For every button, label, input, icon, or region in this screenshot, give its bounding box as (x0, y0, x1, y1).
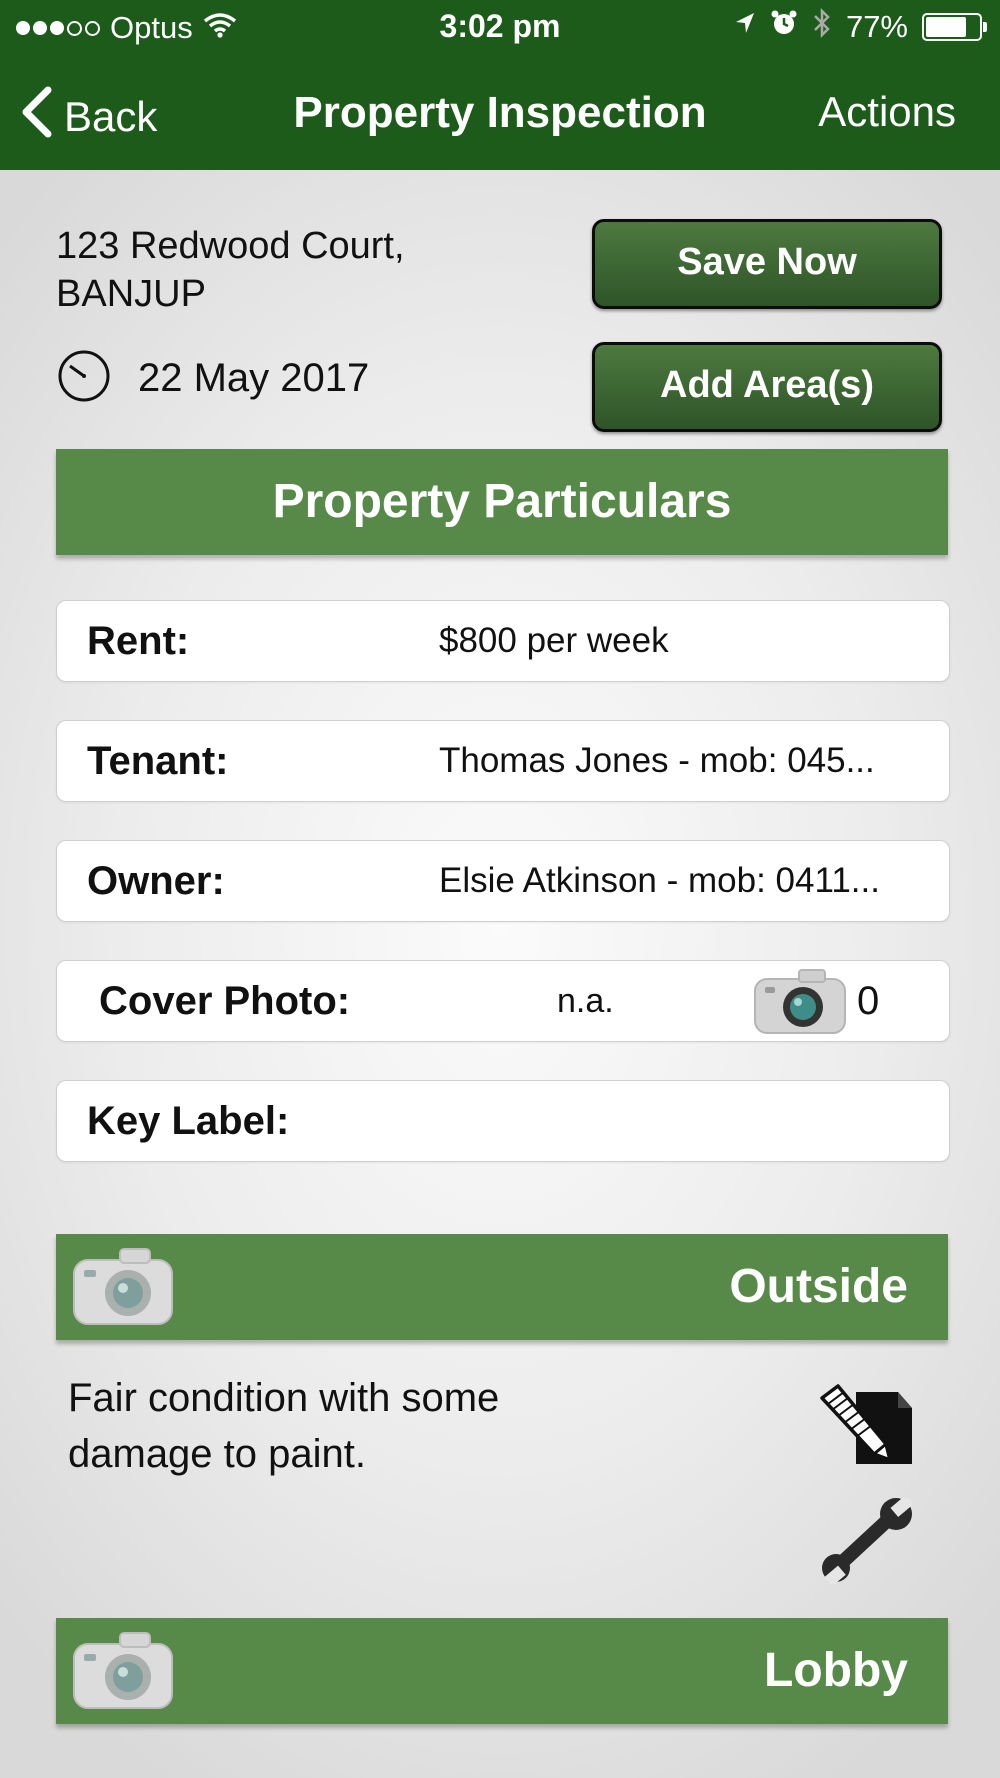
wrench-icon[interactable] (822, 1494, 928, 1589)
address-line-1: 123 Redwood Court, (56, 225, 405, 267)
field-label: Owner: (87, 859, 225, 903)
battery-percent: 77% (845, 9, 908, 44)
clock-icon (56, 348, 112, 409)
area-header-lobby[interactable]: Lobby (56, 1618, 948, 1724)
field-value: Thomas Jones - mob: 045... (439, 741, 875, 780)
camera-icon[interactable] (72, 1246, 174, 1338)
property-address: 123 Redwood Court, BANJUP (56, 222, 405, 318)
actions-button[interactable]: Actions (818, 88, 956, 136)
field-label: Key Label: (87, 1099, 290, 1143)
alarm-icon (770, 9, 798, 45)
rent-field[interactable]: Rent: $800 per week (56, 600, 950, 682)
field-value: $800 per week (439, 621, 669, 660)
camera-icon[interactable] (72, 1630, 174, 1722)
area-name: Lobby (764, 1644, 908, 1697)
field-label: Rent: (87, 619, 190, 663)
field-value: n.a. (557, 982, 614, 1020)
field-label: Tenant: (87, 739, 229, 783)
field-label: Cover Photo: (99, 979, 351, 1023)
cover-photo-field: Cover Photo: n.a. 0 (56, 960, 950, 1042)
area-header-outside[interactable]: Outside (56, 1234, 948, 1340)
address-line-2: BANJUP (56, 273, 206, 315)
field-value: Elsie Atkinson - mob: 0411... (439, 861, 880, 900)
add-areas-button[interactable]: Add Area(s) (592, 342, 942, 432)
area-name: Outside (729, 1260, 908, 1313)
property-particulars-header: Property Particulars (56, 449, 948, 555)
edit-icon[interactable] (816, 1382, 916, 1473)
inspection-date-row: 22 May 2017 (56, 348, 369, 409)
top-bar: Optus 3:02 pm 77% Back Property Inspecti… (0, 0, 1000, 170)
bluetooth-icon (812, 7, 832, 46)
tenant-field[interactable]: Tenant: Thomas Jones - mob: 045... (56, 720, 950, 802)
description-line: Fair condition with some (68, 1376, 500, 1420)
owner-field[interactable]: Owner: Elsie Atkinson - mob: 0411... (56, 840, 950, 922)
camera-icon[interactable] (753, 967, 847, 1040)
location-icon (734, 9, 756, 45)
inspection-date: 22 May 2017 (138, 356, 370, 400)
battery-icon (922, 13, 987, 41)
key-label-field[interactable]: Key Label: (56, 1080, 950, 1162)
navigation-bar: Back Property Inspection Actions (0, 56, 1000, 170)
save-now-button[interactable]: Save Now (592, 219, 942, 309)
description-line: damage to paint. (68, 1432, 366, 1476)
status-bar: Optus 3:02 pm 77% (0, 0, 1000, 56)
area-description: Fair condition with some damage to paint… (68, 1370, 499, 1482)
photo-count: 0 (857, 979, 880, 1023)
